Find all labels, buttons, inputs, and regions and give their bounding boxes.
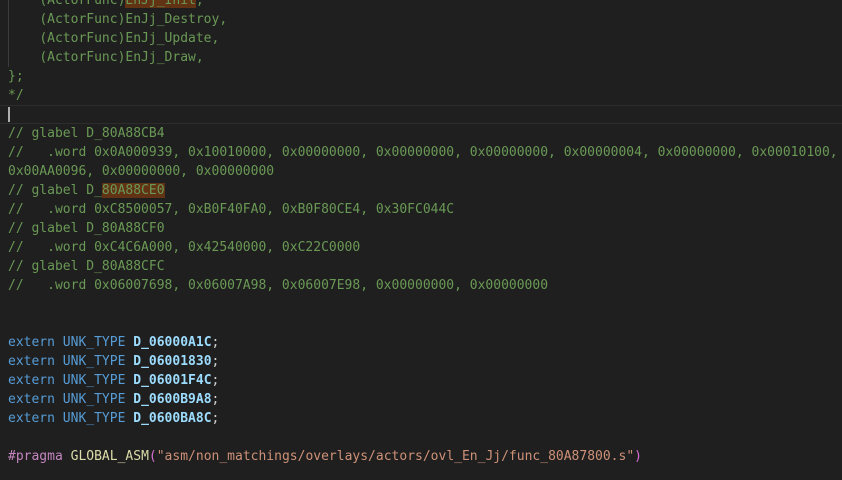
token-variable: D_06001830 [133,354,211,369]
token-comment: // .word 0x06007698, 0x06007A98, 0x06007… [8,278,548,293]
token-comment: (ActorFunc) [8,0,125,8]
token-plain [55,392,63,407]
token-string: "asm/non_matchings/overlays/actors/ovl_E… [157,449,634,464]
code-line[interactable]: // glabel D_80A88CF0 [0,219,842,238]
token-variable: D_06001F4C [133,373,211,388]
code-line[interactable]: extern UNK_TYPE D_0600BA8C; [0,409,842,428]
code-line[interactable]: extern UNK_TYPE D_06000A1C; [0,333,842,352]
token-plain [55,411,63,426]
token-macro: GLOBAL_ASM [71,449,149,464]
token-keyword: extern [8,354,55,369]
token-plain [55,373,63,388]
code-line[interactable] [0,314,842,333]
token-keyword: extern [8,392,55,407]
token-variable: D_06000A1C [133,335,211,350]
code-line[interactable]: (ActorFunc)EnJj_Draw, [0,48,842,67]
code-line[interactable]: // glabel D_80A88CB4 [0,124,842,143]
token-comment: // glabel D_ [8,183,102,198]
token-type: UNK_TYPE [63,354,126,369]
code-line[interactable]: // .word 0xC4C6A000, 0x42540000, 0xC22C0… [0,238,842,257]
token-pragma_directive: #pragma [8,449,63,464]
token-punct: ; [212,373,220,388]
code-line[interactable]: // .word 0xC8500057, 0xB0F40FA0, 0xB0F80… [0,200,842,219]
code-line[interactable]: }; [0,67,842,86]
code-line[interactable]: #pragma GLOBAL_ASM("asm/non_matchings/ov… [0,447,842,466]
text-cursor [8,107,10,122]
code-line[interactable]: // glabel D_80A88CE0 [0,181,842,200]
code-editor[interactable]: (ActorFunc)EnJj_Init, (ActorFunc)EnJj_De… [0,0,842,480]
token-comment: }; [8,69,24,84]
code-line[interactable]: // glabel D_80A88CFC [0,257,842,276]
token-punct: ; [212,354,220,369]
code-lines: (ActorFunc)EnJj_Init, (ActorFunc)EnJj_De… [0,0,842,466]
token-punct: ; [212,411,220,426]
token-comment: (ActorFunc)EnJj_Update, [8,31,219,46]
code-line[interactable]: (ActorFunc)EnJj_Init, [0,0,842,10]
token-plain [63,449,71,464]
token-type: UNK_TYPE [63,373,126,388]
token-comment: // .word 0x0A000939, 0x10010000, 0x00000… [8,145,842,179]
token-comment: , [196,0,204,8]
token-comment: */ [8,88,24,103]
code-line[interactable]: extern UNK_TYPE D_06001830; [0,352,842,371]
token-keyword: extern [8,373,55,388]
indent-guide [8,0,9,67]
token-type: UNK_TYPE [63,411,126,426]
code-line[interactable]: (ActorFunc)EnJj_Destroy, [0,10,842,29]
token-variable: D_0600BA8C [133,411,211,426]
code-line[interactable]: extern UNK_TYPE D_0600B9A8; [0,390,842,409]
find-match-highlight: 80A88CE0 [102,183,165,198]
token-keyword: extern [8,411,55,426]
find-match-highlight: EnJj_Init [125,0,195,8]
code-line-current[interactable] [0,105,842,124]
code-line[interactable] [0,428,842,447]
token-comment: (ActorFunc)EnJj_Draw, [8,50,204,65]
token-comment: // glabel D_80A88CFC [8,259,165,274]
token-plain [55,335,63,350]
token-plain [55,354,63,369]
token-type: UNK_TYPE [63,392,126,407]
code-line[interactable]: extern UNK_TYPE D_06001F4C; [0,371,842,390]
code-line[interactable]: */ [0,86,842,105]
code-line[interactable]: (ActorFunc)EnJj_Update, [0,29,842,48]
code-line[interactable]: // .word 0x0A000939, 0x10010000, 0x00000… [0,143,842,181]
token-type: UNK_TYPE [63,335,126,350]
code-line[interactable] [0,295,842,314]
token-comment: // .word 0xC8500057, 0xB0F40FA0, 0xB0F80… [8,202,454,217]
token-keyword: extern [8,335,55,350]
token-comment: (ActorFunc)EnJj_Destroy, [8,12,227,27]
code-line[interactable]: // .word 0x06007698, 0x06007A98, 0x06007… [0,276,842,295]
token-bracket: ( [149,449,157,464]
token-variable: D_0600B9A8 [133,392,211,407]
token-comment: // glabel D_80A88CF0 [8,221,165,236]
token-punct: ; [212,392,220,407]
token-comment: // glabel D_80A88CB4 [8,126,165,141]
token-bracket: ) [634,449,642,464]
token-comment: // .word 0xC4C6A000, 0x42540000, 0xC22C0… [8,240,360,255]
token-punct: ; [212,335,220,350]
